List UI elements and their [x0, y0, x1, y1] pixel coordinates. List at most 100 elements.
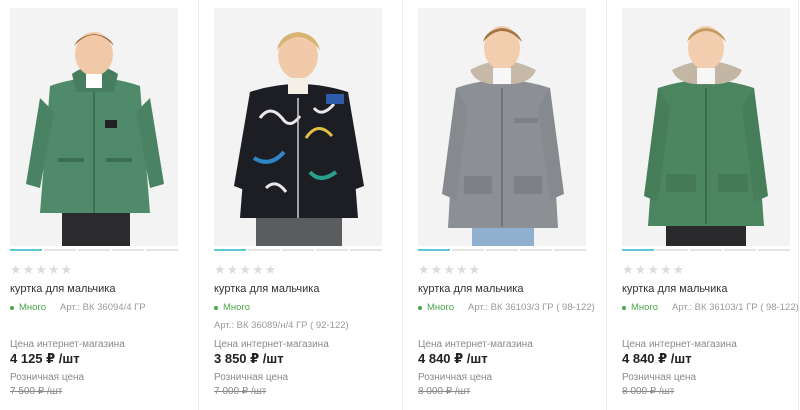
online-price-label: Цена интернет-магазина [214, 339, 329, 350]
star-icon[interactable]: ★ [23, 263, 35, 277]
slider-dot[interactable] [622, 249, 654, 251]
card-divider [402, 0, 403, 410]
star-icon[interactable]: ★ [214, 263, 226, 277]
star-icon[interactable]: ★ [239, 263, 251, 277]
product-title[interactable]: куртка для мальчика [622, 283, 727, 295]
slider-dot[interactable] [214, 249, 246, 251]
rating-stars[interactable]: ★ ★ ★ ★ ★ [622, 263, 684, 277]
slider-dot[interactable] [520, 249, 552, 251]
stock-label: Много [631, 302, 658, 313]
stock-label: Много [19, 302, 46, 313]
star-icon[interactable]: ★ [431, 263, 443, 277]
slider-dot[interactable] [452, 249, 484, 251]
slider-dot[interactable] [418, 249, 450, 251]
card-divider [198, 0, 199, 410]
product-sku: Арт.: ВК 36103/3 ГР ( 98-122) [468, 302, 595, 313]
product-photo[interactable] [10, 8, 178, 246]
slider-dot[interactable] [656, 249, 688, 251]
image-slider-indicator[interactable] [10, 249, 178, 252]
star-icon[interactable]: ★ [443, 263, 455, 277]
online-price: 4 840 ₽ /шт [418, 351, 488, 366]
retail-price-label: Розничная цена [10, 372, 85, 383]
star-icon[interactable]: ★ [252, 263, 264, 277]
star-icon[interactable]: ★ [635, 263, 647, 277]
retail-price-label: Розничная цена [622, 372, 697, 383]
product-sku: Арт.: ВК 36089/н/4 ГР ( 92-122) [214, 320, 349, 331]
retail-price: 8 000 ₽ /шт [622, 386, 675, 397]
rating-stars[interactable]: ★ ★ ★ ★ ★ [418, 263, 480, 277]
star-icon[interactable]: ★ [35, 263, 47, 277]
product-sku: Арт.: ВК 36094/4 ГР [60, 302, 146, 313]
slider-dot[interactable] [486, 249, 518, 251]
star-icon[interactable]: ★ [10, 263, 22, 277]
slider-dot[interactable] [758, 249, 790, 251]
slider-dot[interactable] [316, 249, 348, 251]
slider-dot[interactable] [248, 249, 280, 251]
product-grid: ★ ★ ★ ★ ★ куртка для мальчика Много Арт.: ВК… [0, 0, 800, 410]
slider-dot[interactable] [78, 249, 110, 251]
star-icon[interactable]: ★ [469, 263, 481, 277]
retail-price: 8 000 ₽ /шт [418, 386, 471, 397]
product-title[interactable]: куртка для мальчика [418, 283, 523, 295]
online-price-label: Цена интернет-магазина [418, 339, 533, 350]
image-slider-indicator[interactable] [214, 249, 382, 252]
online-price-label: Цена интернет-магазина [10, 339, 125, 350]
rating-stars[interactable]: ★ ★ ★ ★ ★ [214, 263, 276, 277]
slider-dot[interactable] [282, 249, 314, 251]
product-card[interactable]: ★ ★ ★ ★ ★ куртка для мальчика Много Арт.: ВК… [418, 0, 606, 410]
star-icon[interactable]: ★ [418, 263, 430, 277]
slider-dot[interactable] [690, 249, 722, 251]
stock-status: Много [622, 302, 658, 313]
card-divider [606, 0, 607, 410]
product-card[interactable]: ★ ★ ★ ★ ★ куртка для мальчика Много Арт.: ВК… [214, 0, 402, 410]
star-icon[interactable]: ★ [61, 263, 73, 277]
boy-in-jacket-image [214, 8, 382, 246]
product-photo[interactable] [418, 8, 586, 246]
slider-dot[interactable] [350, 249, 382, 251]
slider-dot[interactable] [554, 249, 586, 251]
stock-label: Много [427, 302, 454, 313]
retail-price-label: Розничная цена [214, 372, 289, 383]
slider-dot[interactable] [724, 249, 756, 251]
online-price: 3 850 ₽ /шт [214, 351, 284, 366]
online-price-label: Цена интернет-магазина [622, 339, 737, 350]
image-slider-indicator[interactable] [418, 249, 586, 252]
star-icon[interactable]: ★ [647, 263, 659, 277]
product-title[interactable]: куртка для мальчика [214, 283, 319, 295]
stock-status: Много [214, 302, 250, 313]
stock-dot-icon [418, 305, 422, 310]
online-price: 4 125 ₽ /шт [10, 351, 80, 366]
boy-in-jacket-image [418, 8, 586, 246]
stock-label: Много [223, 302, 250, 313]
star-icon[interactable]: ★ [456, 263, 468, 277]
star-icon[interactable]: ★ [660, 263, 672, 277]
star-icon[interactable]: ★ [673, 263, 685, 277]
star-icon[interactable]: ★ [227, 263, 239, 277]
product-title[interactable]: куртка для мальчика [10, 283, 115, 295]
slider-dot[interactable] [146, 249, 178, 251]
product-photo[interactable] [214, 8, 382, 246]
star-icon[interactable]: ★ [265, 263, 277, 277]
rating-stars[interactable]: ★ ★ ★ ★ ★ [10, 263, 72, 277]
image-slider-indicator[interactable] [622, 249, 790, 252]
star-icon[interactable]: ★ [622, 263, 634, 277]
stock-dot-icon [10, 305, 14, 310]
slider-dot[interactable] [10, 249, 42, 251]
product-card[interactable]: ★ ★ ★ ★ ★ куртка для мальчика Много Арт.: ВК… [622, 0, 800, 410]
retail-price: 7 000 ₽ /шт [214, 386, 267, 397]
star-icon[interactable]: ★ [48, 263, 60, 277]
product-photo[interactable] [622, 8, 790, 246]
online-price: 4 840 ₽ /шт [622, 351, 692, 366]
stock-status: Много [10, 302, 46, 313]
slider-dot[interactable] [44, 249, 76, 251]
retail-price: 7 500 ₽ /шт [10, 386, 63, 397]
stock-dot-icon [214, 305, 218, 310]
stock-status: Много [418, 302, 454, 313]
product-sku: Арт.: ВК 36103/1 ГР ( 98-122) [672, 302, 799, 313]
product-card[interactable]: ★ ★ ★ ★ ★ куртка для мальчика Много Арт.: ВК… [10, 0, 198, 410]
boy-in-jacket-image [10, 8, 178, 246]
stock-dot-icon [622, 305, 626, 310]
boy-in-jacket-image [622, 8, 790, 246]
slider-dot[interactable] [112, 249, 144, 251]
retail-price-label: Розничная цена [418, 372, 493, 383]
